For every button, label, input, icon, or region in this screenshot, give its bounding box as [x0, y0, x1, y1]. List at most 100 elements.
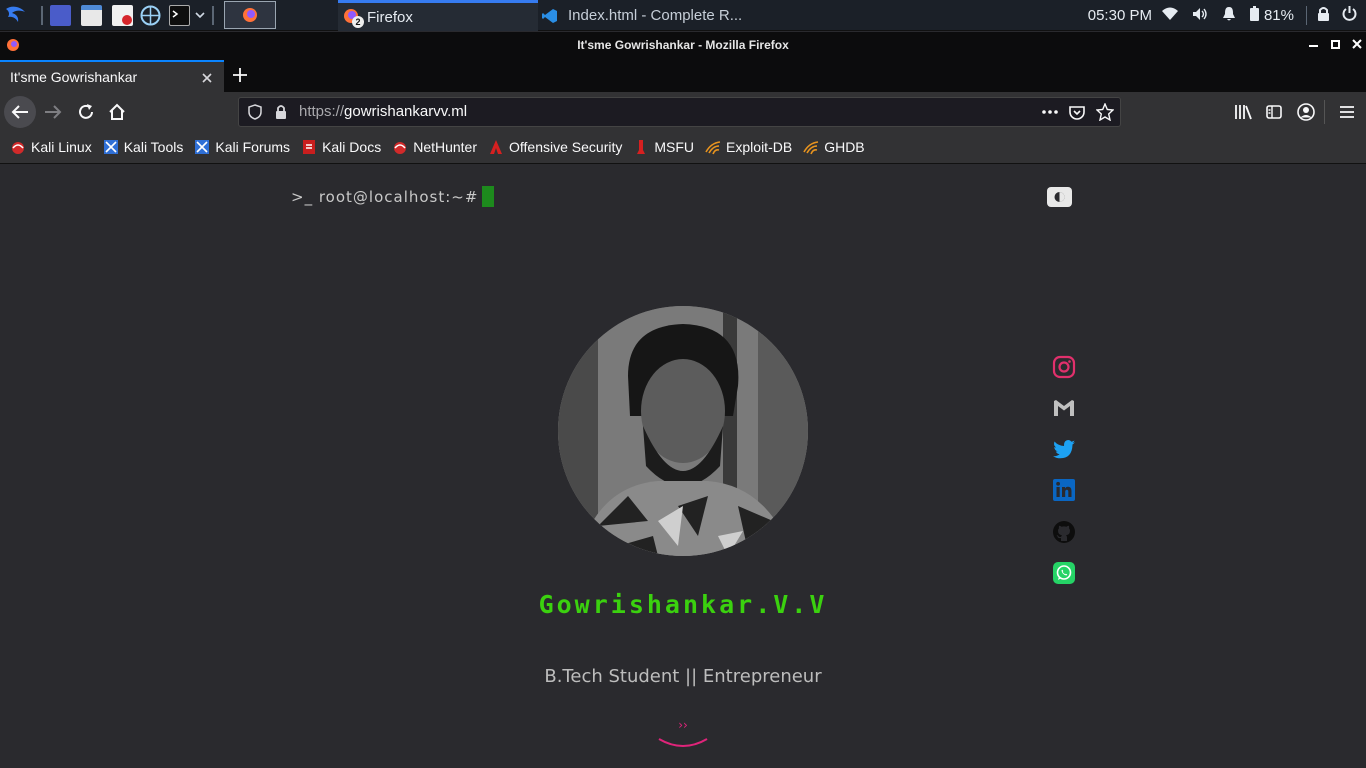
- terminal-prompt: >_ root@localhost:~#: [291, 186, 495, 207]
- person-name: Gowrishankar.V.V: [538, 590, 828, 619]
- workspace-firefox-button[interactable]: [224, 1, 276, 29]
- toolbar-separator: [1324, 100, 1325, 124]
- window-title: It'sme Gowrishankar - Mozilla Firefox: [577, 38, 789, 52]
- navigation-toolbar: https://gowrishankarvv.ml: [0, 92, 1366, 131]
- wifi-icon[interactable]: [1161, 7, 1178, 25]
- bookmark-kali-forums[interactable]: Kali Forums: [194, 135, 290, 159]
- battery-icon[interactable]: [1249, 6, 1259, 25]
- lock-icon[interactable]: [1317, 6, 1330, 25]
- kali-menu-icon[interactable]: [3, 3, 28, 28]
- github-icon[interactable]: [1052, 520, 1076, 544]
- bookmark-kali-linux[interactable]: Kali Linux: [10, 135, 92, 159]
- tab-title: It'sme Gowrishankar: [10, 69, 138, 85]
- bookmark-label: Exploit-DB: [726, 139, 793, 155]
- bookmark-nethunter[interactable]: NetHunter: [392, 135, 477, 159]
- home-button[interactable]: [108, 103, 126, 121]
- new-tab-button[interactable]: [232, 67, 248, 83]
- clock[interactable]: 05:30 PM: [1088, 7, 1152, 24]
- text-editor-icon[interactable]: [112, 5, 133, 26]
- bookmark-msfu[interactable]: MSFU: [633, 135, 694, 159]
- file-manager-icon[interactable]: [81, 5, 102, 26]
- ghdb-icon: [803, 139, 819, 155]
- minimize-button[interactable]: [1309, 45, 1318, 47]
- kali-forums-icon: [194, 139, 210, 155]
- notifications-icon[interactable]: [1222, 6, 1236, 26]
- hamburger-menu-icon[interactable]: [1339, 104, 1355, 120]
- panel-separator: [41, 6, 43, 25]
- bookmark-kali-tools[interactable]: Kali Tools: [103, 135, 184, 159]
- show-desktop-icon[interactable]: [50, 5, 71, 26]
- bookmark-kali-docs[interactable]: Kali Docs: [301, 135, 381, 159]
- msfu-icon: [633, 139, 649, 155]
- chevron-down-icon[interactable]: [194, 8, 206, 22]
- taskbar-vscode[interactable]: Index.html - Complete R...: [538, 0, 748, 31]
- window-titlebar: It'sme Gowrishankar - Mozilla Firefox: [0, 32, 1366, 58]
- offsec-icon: [488, 139, 504, 155]
- library-icon[interactable]: [1234, 104, 1252, 120]
- tab-strip: It'sme Gowrishankar: [0, 58, 1366, 92]
- exploitdb-icon: [705, 139, 721, 155]
- blinking-cursor: [482, 186, 495, 207]
- bookmark-label: Kali Linux: [31, 139, 92, 155]
- url-scheme: https://: [299, 103, 345, 120]
- page-actions-icon[interactable]: [1041, 105, 1059, 119]
- twitter-icon[interactable]: [1052, 437, 1076, 461]
- nethunter-icon: [392, 139, 408, 155]
- close-window-button[interactable]: [1351, 38, 1363, 50]
- close-tab-icon[interactable]: [201, 71, 213, 83]
- reload-button[interactable]: [77, 103, 95, 121]
- tracking-protection-icon[interactable]: [248, 104, 262, 120]
- bookmarks-toolbar: Kali Linux Kali Tools Kali Forums Kali D…: [0, 131, 1366, 164]
- forward-button[interactable]: [44, 103, 62, 121]
- gmail-icon[interactable]: [1052, 396, 1076, 420]
- person-tagline: B.Tech Student || Entrepreneur: [544, 666, 822, 687]
- bookmark-exploit-db[interactable]: Exploit-DB: [705, 135, 792, 159]
- kali-tools-icon: [103, 139, 119, 155]
- linkedin-icon[interactable]: [1052, 478, 1076, 502]
- system-tray: 05:30 PM 81%: [1088, 0, 1366, 31]
- profile-photo: [558, 306, 808, 556]
- prompt-text: >_ root@localhost:~#: [291, 187, 479, 206]
- bookmark-offensive-security[interactable]: Offensive Security: [488, 135, 622, 159]
- panel-separator: [212, 6, 214, 25]
- volume-icon[interactable]: [1192, 7, 1208, 25]
- url-host: gowrishankarvv.ml: [344, 103, 468, 120]
- tab-active[interactable]: It'sme Gowrishankar: [0, 60, 224, 92]
- bookmark-ghdb[interactable]: GHDB: [803, 135, 865, 159]
- back-button[interactable]: [4, 96, 36, 128]
- url-bar[interactable]: https://gowrishankarvv.ml: [238, 97, 1121, 127]
- bookmark-label: NetHunter: [413, 139, 478, 155]
- system-top-panel: 2 Firefox Index.html - Complete R... 05:…: [0, 0, 1366, 31]
- account-icon[interactable]: [1297, 103, 1315, 121]
- theme-toggle-button[interactable]: [1047, 187, 1072, 207]
- bookmark-label: Kali Docs: [322, 139, 382, 155]
- padlock-icon[interactable]: [275, 104, 287, 120]
- panel-separator: [1306, 6, 1307, 25]
- terminal-icon[interactable]: [169, 5, 190, 26]
- bookmark-label: GHDB: [824, 139, 865, 155]
- window-count-badge: 2: [352, 16, 364, 28]
- page-content: >_ root@localhost:~# Gowrishankar.V.V B.…: [0, 164, 1366, 768]
- taskbar-label: Firefox: [367, 8, 413, 26]
- kali-dragon-icon: [10, 139, 26, 155]
- sidebar-icon[interactable]: [1266, 104, 1282, 120]
- bookmark-label: Kali Forums: [215, 139, 291, 155]
- firefox-icon: 2: [343, 8, 364, 28]
- bookmark-label: MSFU: [654, 139, 695, 155]
- vscode-icon: [542, 8, 558, 24]
- battery-percent: 81%: [1263, 7, 1294, 24]
- maximize-button[interactable]: [1331, 40, 1340, 49]
- web-browser-icon[interactable]: [140, 5, 161, 26]
- taskbar-label: Index.html - Complete R...: [568, 7, 743, 24]
- instagram-icon[interactable]: [1052, 355, 1076, 379]
- url-text[interactable]: https://gowrishankarvv.ml: [299, 103, 467, 120]
- bookmark-label: Kali Tools: [123, 139, 184, 155]
- bookmark-star-icon[interactable]: [1095, 102, 1115, 122]
- kali-docs-icon: [301, 139, 317, 155]
- bookmark-label: Offensive Security: [509, 139, 623, 155]
- whatsapp-icon[interactable]: [1052, 561, 1076, 585]
- pocket-icon[interactable]: [1069, 104, 1085, 120]
- scroll-down-button[interactable]: ››: [658, 716, 708, 748]
- power-icon[interactable]: [1342, 6, 1357, 25]
- taskbar-firefox[interactable]: 2 Firefox: [338, 0, 538, 31]
